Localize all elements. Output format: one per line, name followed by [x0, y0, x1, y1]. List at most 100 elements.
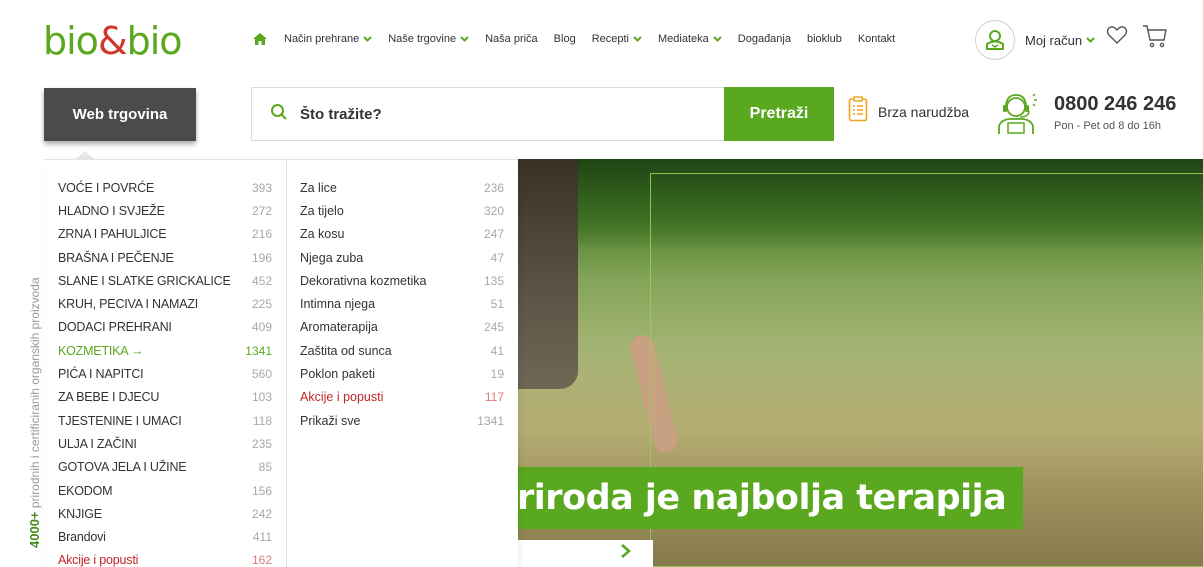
subcategory-item[interactable]: Za kosu 247	[300, 223, 518, 246]
category-count: 560	[251, 367, 272, 382]
category-item[interactable]: ZA BEBE I DJECU 103	[58, 386, 286, 409]
category-item[interactable]: ZRNA I PAHULJICE 216	[58, 223, 286, 246]
support-agent-icon	[993, 90, 1039, 141]
nav-label: Kontakt	[857, 33, 896, 45]
search-button[interactable]: Pretraži	[724, 87, 834, 141]
quick-order[interactable]: Brza narudžba	[848, 96, 969, 127]
heart-icon[interactable]	[1106, 25, 1128, 50]
account-label[interactable]: Moj račun	[1025, 33, 1095, 48]
support-hours: Pon - Pet od 8 do 16h	[1054, 120, 1162, 132]
category-item-akcije[interactable]: Akcije i popusti 162	[58, 549, 286, 567]
subcategory-item[interactable]: Za tijelo 320	[300, 199, 518, 222]
category-count: 235	[251, 436, 272, 451]
chevron-down-icon	[713, 36, 722, 42]
category-item[interactable]: BRAŠNA I PEČENJE 196	[58, 246, 286, 269]
category-count: 216	[251, 227, 272, 242]
category-item[interactable]: SLANE I SLATKE GRICKALICE 452	[58, 269, 286, 292]
nav-item-bioklub[interactable]: bioklub	[807, 33, 842, 45]
nav-label: Recepti	[591, 33, 629, 45]
category-count: 1341	[245, 343, 272, 358]
logo-part-2: bio	[126, 19, 183, 63]
nav-item-nacin-prehrane[interactable]: Način prehrane	[284, 33, 372, 45]
quick-order-label: Brza narudžba	[878, 103, 970, 120]
subcategory-label: Za lice	[300, 180, 337, 195]
category-item[interactable]: DODACI PREHRANI 409	[58, 316, 286, 339]
category-count: 411	[252, 530, 272, 545]
search-input[interactable]	[300, 105, 700, 123]
nav-item-recepti[interactable]: Recepti	[592, 33, 642, 45]
subcategory-item[interactable]: Zaštita od sunca 41	[300, 339, 518, 362]
nav-item-nase-trgovine[interactable]: Naše trgovine	[388, 33, 469, 45]
nav-label: Način prehrane	[284, 33, 360, 45]
search-bar	[251, 87, 724, 141]
nav-label: Naša priča	[485, 33, 538, 45]
home-icon[interactable]	[252, 32, 268, 46]
search-icon[interactable]	[270, 103, 288, 126]
subcategory-count: 247	[483, 227, 504, 242]
category-label: Brandovi	[58, 530, 106, 545]
subcategory-item[interactable]: Poklon paketi 19	[300, 362, 518, 385]
subcategory-item[interactable]: Intimna njega 51	[300, 292, 518, 315]
logo-ampersand: &	[97, 19, 128, 63]
subcategory-count: 135	[483, 273, 504, 288]
subcategory-item-akcije[interactable]: Akcije i popusti 117	[300, 386, 518, 409]
cart-icon[interactable]	[1142, 23, 1168, 54]
webshop-menu-button[interactable]: Web trgovina	[44, 88, 196, 141]
category-count: 156	[251, 483, 272, 498]
category-item[interactable]: HLADNO I SVJEŽE 272	[58, 199, 286, 222]
account-text: Moj račun	[1025, 32, 1083, 48]
category-count: 118	[252, 413, 272, 428]
nav-item-dogadanja[interactable]: Događanja	[738, 33, 791, 45]
nav-label: Mediateka	[658, 33, 709, 45]
subcategory-item[interactable]: Za lice 236	[300, 176, 518, 199]
category-item[interactable]: PIĆA I NAPITCI 560	[58, 362, 286, 385]
nav-item-mediateka[interactable]: Mediateka	[658, 33, 722, 45]
category-label: Akcije i popusti	[58, 553, 139, 567]
category-item[interactable]: GOTOVA JELA I UŽINE 85	[58, 456, 286, 479]
subcategory-count: 41	[490, 343, 504, 358]
logo-part-1: bio	[43, 19, 99, 63]
subcategory-label: Dekorativna kozmetika	[300, 273, 427, 288]
nav-item-blog[interactable]: Blog	[554, 33, 576, 45]
subcategory-count: 19	[490, 367, 504, 382]
category-label: PIĆA I NAPITCI	[58, 367, 144, 382]
category-count: 242	[251, 506, 272, 521]
category-label: KRUH, PECIVA I NAMAZI	[58, 297, 199, 312]
logo[interactable]: bio&bio	[43, 18, 183, 64]
category-item[interactable]: KNJIGE 242	[58, 502, 286, 525]
hero-person	[518, 159, 578, 389]
category-count: 272	[251, 203, 272, 218]
support-phone[interactable]: 0800 246 246	[1054, 93, 1176, 116]
hero-title: riroda je najbolja terapija	[517, 467, 1024, 529]
subcategory-label: Intimna njega	[300, 297, 376, 312]
top-navigation: Način prehrane Naše trgovine Naša priča …	[252, 24, 911, 54]
nav-item-kontakt[interactable]: Kontakt	[858, 33, 895, 45]
side-tagline-count: 4000+	[27, 511, 42, 548]
subcategory-label: Prikaži sve	[300, 413, 361, 428]
category-label: KOZMETIKA →	[58, 343, 144, 358]
clipboard-icon	[848, 96, 868, 127]
user-icon[interactable]	[975, 20, 1015, 60]
subcategory-label: Zaštita od sunca	[300, 343, 392, 358]
side-tagline-text: prirodnih i certificiranih organskih pro…	[28, 277, 42, 512]
nav-item-nasa-prica[interactable]: Naša priča	[485, 33, 538, 45]
category-label: ZRNA I PAHULJICE	[58, 227, 167, 242]
category-item[interactable]: KRUH, PECIVA I NAMAZI 225	[58, 292, 286, 315]
subcategory-count: 320	[483, 203, 504, 218]
category-label: BRAŠNA I PEČENJE	[58, 250, 174, 265]
hero-cta-button[interactable]	[517, 540, 653, 567]
category-item-brandovi[interactable]: Brandovi 411	[58, 525, 286, 548]
nav-label: Naše trgovine	[388, 33, 457, 45]
subcategory-item[interactable]: Njega zuba 47	[300, 246, 518, 269]
category-item[interactable]: VOĆE I POVRĆE 393	[58, 176, 286, 199]
subcategory-item[interactable]: Aromaterapija 245	[300, 316, 518, 339]
category-item[interactable]: EKODOM 156	[58, 479, 286, 502]
category-item[interactable]: ULJA I ZAČINI 235	[58, 432, 286, 455]
category-item[interactable]: TJESTENINE I UMACI 118	[58, 409, 286, 432]
category-item-kozmetika[interactable]: KOZMETIKA → 1341	[58, 339, 286, 362]
subcategory-item[interactable]: Dekorativna kozmetika 135	[300, 269, 518, 292]
subcategory-item-show-all[interactable]: Prikaži sve 1341	[300, 409, 518, 432]
chevron-down-icon	[633, 36, 642, 42]
account-menu[interactable]: Moj račun	[975, 20, 1095, 60]
category-count: 452	[251, 273, 272, 288]
